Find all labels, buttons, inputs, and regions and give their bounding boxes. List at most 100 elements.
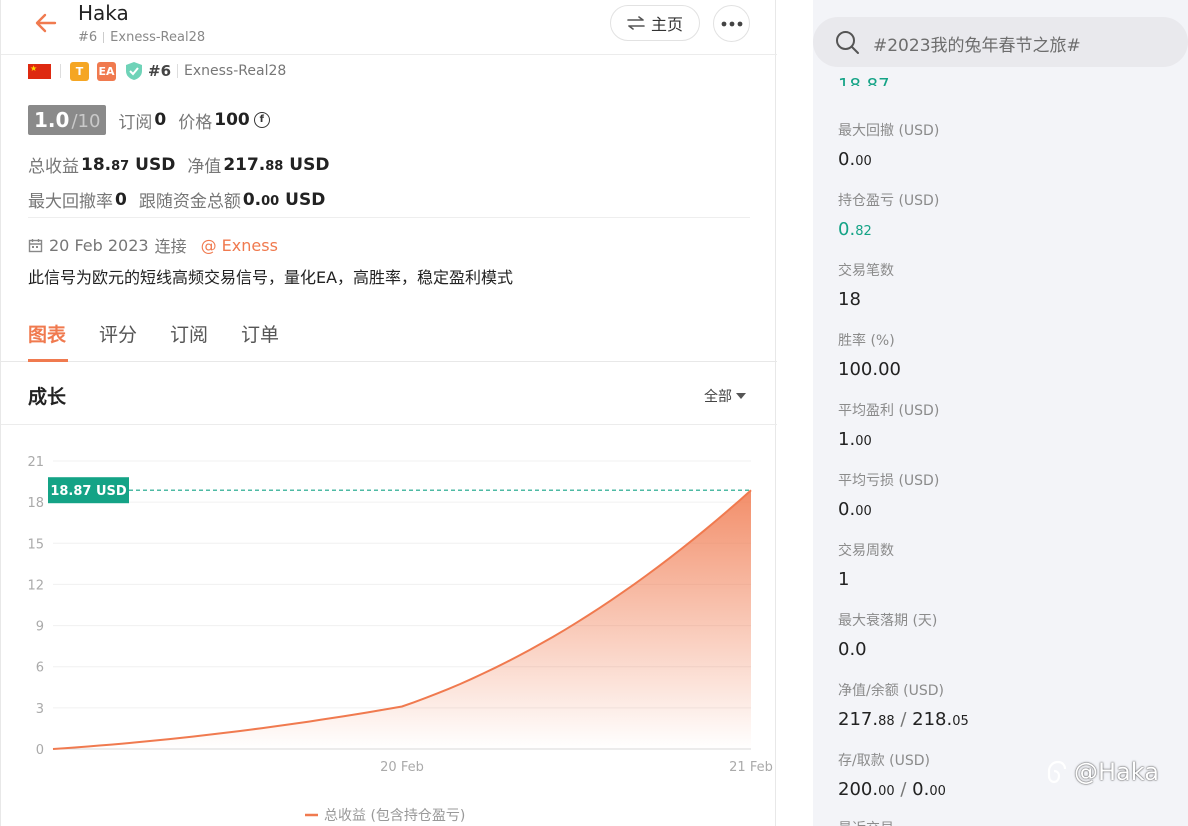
stat-item: 交易笔数 18 [838,260,894,310]
header-bar: Haka #6 Exness-Real28 主页 [1,0,777,55]
stat-label: 交易周数 [838,543,894,559]
stat-label: 交易笔数 [838,263,894,279]
tab-orders[interactable]: 订单 [241,320,279,347]
rating-score: 1.0 [34,108,70,132]
x-tick-label: 20 Feb [380,760,424,775]
stat-item: 最大回撤 (USD) 0.00 [838,120,939,170]
search-input[interactable]: #2023我的兔年春节之旅# [873,31,1081,56]
home-button[interactable]: 主页 [610,5,700,41]
stat-label: 存/取款 (USD) [838,753,931,769]
stat-value: 200.00 / 0.00 [838,779,946,800]
profit-row: 总收益 18.87 USD 净值 217.88 USD [28,152,341,178]
stat-value: 18 [838,289,861,310]
tab-subscribe[interactable]: 订阅 [170,320,208,347]
stat-item: 交易周数 1 [838,540,894,590]
stat-partial-value: 18.87 [838,75,890,86]
connect-date: 20 Feb 2023 [49,235,149,255]
subscribe-label: 订阅 [118,112,153,133]
y-tick-label: 9 [36,620,44,635]
growth-title: 成长 [28,386,67,408]
series-area [53,490,751,749]
follow-label: 跟随资金总额 [138,192,241,212]
drawdown-row: 最大回撤率 0 跟随资金总额 0.00 USD [28,187,337,213]
y-tick-label: 3 [36,702,44,717]
signal-subtitle: #6 Exness-Real28 [78,30,205,45]
connect-row: 20 Feb 2023 连接 @ Exness [28,233,278,257]
more-icon [721,21,742,26]
shield-check-icon [126,62,142,80]
stat-label: 最大回撤 (USD) [838,123,940,139]
y-tick-label: 18 [27,496,44,511]
more-button[interactable] [713,5,750,42]
rank-text: #6 [78,30,98,45]
y-tick-label: 0 [36,743,44,758]
x-tick-label: 21 Feb [729,760,773,775]
broker-link[interactable]: @ Exness [201,236,278,255]
coin-icon: f [253,112,270,128]
badge-ea: EA [97,61,116,81]
stat-item: 持仓盈亏 (USD) 0.82 [838,190,939,240]
y-tick-label: 21 [27,455,44,470]
stat-label: 净值/余额 (USD) [838,683,945,699]
y-tick-label: 6 [36,661,44,676]
watermark: @Haka [1042,758,1159,786]
stat-value: 0.00 [838,499,872,520]
divider [28,217,750,218]
stat-label: 持仓盈亏 (USD) [838,193,940,209]
stat-value: 0.0 [838,639,867,660]
stat-equity-balance: 净值/余额 (USD) 217.88 / 218.05 [838,680,969,730]
badge-rank: #6 [148,62,172,80]
growth-chart: 0 3 6 9 12 15 18 21 20 Feb 21 Feb 18.87 USD 总收益 (… [27,455,773,824]
stat-item: 最大衰落期 (天) 0.0 [838,610,937,660]
badge-t: T [70,61,89,81]
stat-value: 0.00 [838,149,872,170]
search-bar[interactable]: #2023我的兔年春节之旅# [813,17,1188,67]
stat-partial: 18.87 [838,72,890,86]
search-icon [836,31,859,54]
divider [1,424,777,425]
range-label: 全部 [704,389,732,405]
china-flag-icon [28,63,51,79]
weibo-logo-icon [1047,760,1067,784]
equity-label: 净值 [187,157,222,177]
stat-next: 最近交易 [838,818,894,826]
stat-value: 100.00 [838,359,901,380]
signal-title: Haka [78,1,129,25]
stat-label: 最大衰落期 (天) [838,613,938,629]
range-dropdown[interactable]: 全部 [704,386,746,406]
equity-value: 217.88 USD [223,154,330,175]
drawdown-value: 0 [115,189,127,210]
signal-detail-panel: Haka #6 Exness-Real28 主页 T EA #6 Exness-R… [0,0,777,826]
y-tick-label: 15 [27,537,44,552]
calendar-icon [28,238,43,252]
tab-bar: 图表 评分 订阅 订单 [1,305,777,362]
price-label: 价格 [178,112,213,133]
back-arrow-icon[interactable] [31,8,61,38]
tab-chart[interactable]: 图表 [28,320,66,347]
stat-deposit: 存/取款 (USD) 200.00 / 0.00 [838,750,946,800]
stat-item: 平均盈利 (USD) 1.00 [838,400,939,450]
drawdown-label: 最大回撤率 [28,192,113,212]
home-button-label: 主页 [650,15,683,34]
swap-icon [627,16,645,30]
stat-value: 217.88 / 218.05 [838,709,969,730]
stat-value: 1 [838,569,850,590]
subscribe-value: 0 [154,110,167,130]
profit-value: 18.87 USD [81,154,176,175]
stat-value: 1.00 [838,429,872,450]
tab-rating[interactable]: 评分 [99,320,137,347]
stat-value: 0.82 [838,219,872,240]
stat-label: 平均盈利 (USD) [838,403,940,419]
profit-label: 总收益 [28,157,79,177]
stat-item: 平均亏损 (USD) 0.00 [838,470,939,520]
legend-label[interactable]: 总收益 (包含持仓盈亏) [324,808,465,824]
follow-value: 0.00 USD [242,189,326,210]
rating-row: 1.0 /10 订阅 0 价格 100 f [28,105,270,135]
rating-score-badge: 1.0 /10 [28,105,107,135]
stat-label: 最近交易 [838,818,894,826]
badge-row: T EA #6 Exness-Real28 [28,60,286,82]
badge-account: Exness-Real28 [184,63,287,79]
stats-panel: #2023我的兔年春节之旅# 18.87 最大回撤 (USD) 0.00 持仓盈亏 (… [813,0,1188,826]
stat-label: 胜率 (%) [838,333,895,349]
stat-item: 胜率 (%) 100.00 [838,330,901,380]
